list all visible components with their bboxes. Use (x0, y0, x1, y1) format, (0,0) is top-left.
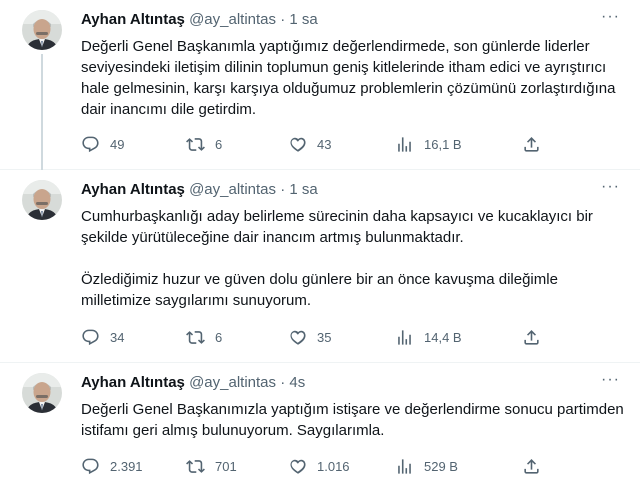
share-icon (522, 328, 541, 347)
reply-icon (81, 328, 100, 347)
views-button[interactable]: 529 B (395, 456, 458, 476)
views-count: 14,4 B (424, 329, 462, 345)
views-chart-icon (395, 457, 414, 476)
more-icon[interactable]: ··· (601, 8, 620, 26)
share-button[interactable] (522, 327, 541, 347)
reply-count: 2.391 (110, 458, 143, 474)
tweet-paragraph: Özlediğimiz huzur ve güven dolu günlere … (81, 271, 558, 309)
avatar[interactable] (22, 180, 62, 220)
views-count: 16,1 B (424, 136, 462, 152)
reply-button[interactable]: 49 (81, 134, 124, 154)
tweet-text: Değerli Genel Başkanımla yaptığımız değe… (81, 36, 626, 120)
reply-count: 34 (110, 329, 125, 345)
tweet-3[interactable]: Ayhan Altıntaş @ay_altintas · 4s ··· Değ… (0, 363, 640, 483)
like-button[interactable]: 35 (288, 327, 331, 347)
tweet-paragraph: Cumhurbaşkanlığı aday belirleme sürecini… (81, 208, 593, 246)
tweet-actions: 34 6 35 14,4 B (81, 327, 551, 347)
thread-line (41, 54, 43, 170)
tweet-paragraph: Değerli Genel Başkanımızla yaptığım isti… (81, 401, 624, 439)
tweet-actions: 49 6 43 16,1 B (81, 134, 551, 154)
tweet-2[interactable]: Ayhan Altıntaş @ay_altintas · 1 sa ··· C… (0, 170, 640, 363)
tweet-header: Ayhan Altıntaş @ay_altintas · 4s (81, 374, 305, 391)
retweet-count: 701 (215, 458, 237, 474)
views-button[interactable]: 16,1 B (395, 134, 462, 154)
retweet-icon (186, 328, 205, 347)
share-icon (522, 135, 541, 154)
reply-button[interactable]: 2.391 (81, 456, 143, 476)
like-count: 35 (317, 329, 332, 345)
views-button[interactable]: 14,4 B (395, 327, 462, 347)
retweet-icon (186, 135, 205, 154)
retweet-icon (186, 457, 205, 476)
tweet-header: Ayhan Altıntaş @ay_altintas · 1 sa (81, 181, 318, 198)
heart-icon (288, 457, 307, 476)
avatar[interactable] (22, 10, 62, 50)
views-count: 529 B (424, 458, 458, 474)
more-icon[interactable]: ··· (601, 178, 620, 196)
tweet-text: Cumhurbaşkanlığı aday belirleme sürecini… (81, 206, 626, 311)
share-button[interactable] (522, 134, 541, 154)
tweet-time[interactable]: · 1 sa (280, 181, 318, 198)
author-handle[interactable]: @ay_altintas (189, 374, 276, 391)
reply-button[interactable]: 34 (81, 327, 124, 347)
reply-icon (81, 135, 100, 154)
author-handle[interactable]: @ay_altintas (189, 181, 276, 198)
tweet-time[interactable]: · 1 sa (280, 11, 318, 28)
heart-icon (288, 135, 307, 154)
heart-icon (288, 328, 307, 347)
retweet-button[interactable]: 6 (186, 134, 222, 154)
retweet-button[interactable]: 701 (186, 456, 237, 476)
tweet-header: Ayhan Altıntaş @ay_altintas · 1 sa (81, 11, 318, 28)
views-chart-icon (395, 135, 414, 154)
avatar[interactable] (22, 373, 62, 413)
retweet-count: 6 (215, 329, 223, 345)
author-name[interactable]: Ayhan Altıntaş (81, 374, 185, 391)
author-name[interactable]: Ayhan Altıntaş (81, 11, 185, 28)
author-handle[interactable]: @ay_altintas (189, 11, 276, 28)
share-icon (522, 457, 541, 476)
retweet-count: 6 (215, 136, 223, 152)
tweet-paragraph: Değerli Genel Başkanımla yaptığımız değe… (81, 38, 616, 118)
more-icon[interactable]: ··· (601, 371, 620, 389)
views-chart-icon (395, 328, 414, 347)
like-button[interactable]: 43 (288, 134, 331, 154)
like-button[interactable]: 1.016 (288, 456, 350, 476)
reply-count: 49 (110, 136, 125, 152)
tweet-actions: 2.391 701 1.016 529 B (81, 456, 551, 476)
author-name[interactable]: Ayhan Altıntaş (81, 181, 185, 198)
tweet-text: Değerli Genel Başkanımızla yaptığım isti… (81, 399, 626, 441)
tweet-time[interactable]: · 4s (280, 374, 305, 391)
retweet-button[interactable]: 6 (186, 327, 222, 347)
like-count: 1.016 (317, 458, 350, 474)
reply-icon (81, 457, 100, 476)
share-button[interactable] (522, 456, 541, 476)
like-count: 43 (317, 136, 332, 152)
tweet-1[interactable]: Ayhan Altıntaş @ay_altintas · 1 sa ··· D… (0, 0, 640, 170)
